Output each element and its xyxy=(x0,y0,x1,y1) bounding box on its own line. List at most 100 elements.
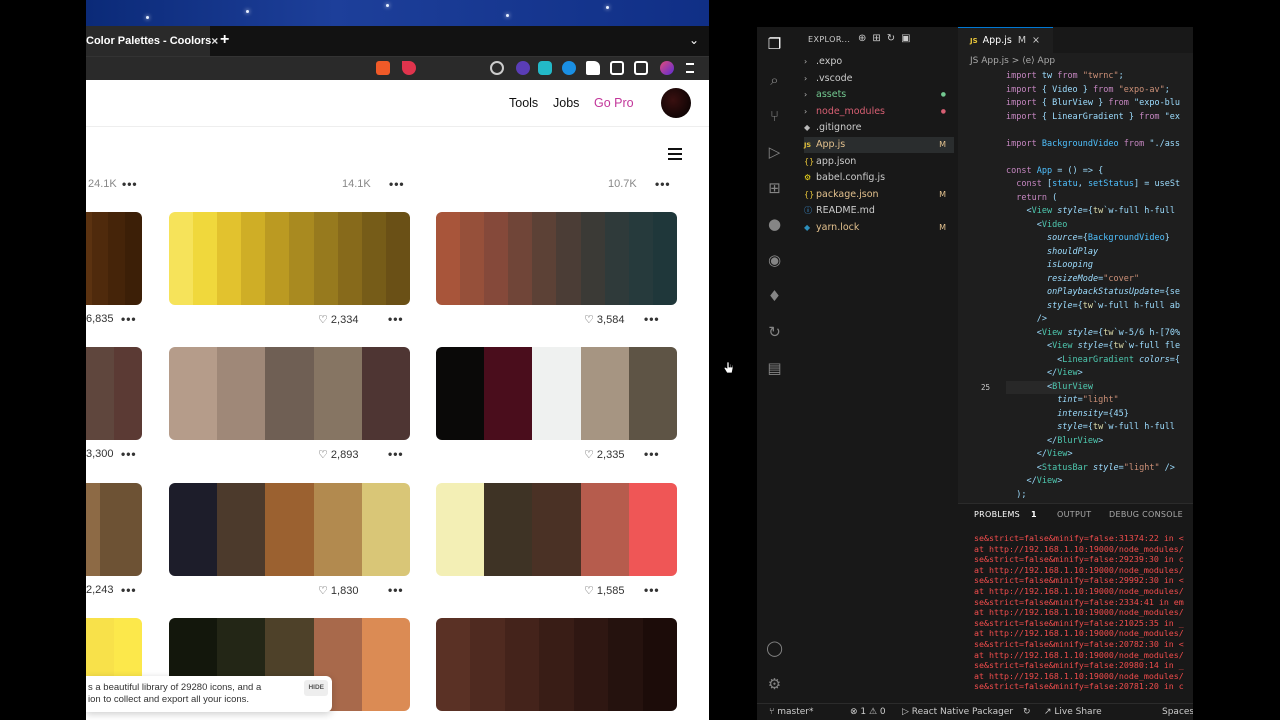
tab-close-icon[interactable]: × xyxy=(1032,35,1040,46)
palette-swatch[interactable] xyxy=(460,212,485,305)
palette-more-button[interactable]: ••• xyxy=(121,447,137,461)
palette-swatch[interactable] xyxy=(313,347,362,440)
palette-card[interactable] xyxy=(86,212,142,305)
code-line[interactable]: <BlurView xyxy=(1006,380,1094,394)
file-tree-item[interactable]: › .vscode xyxy=(804,71,954,87)
palette-likes[interactable]: ♡ 2,335 xyxy=(584,448,624,461)
palette-likes[interactable]: 6,835 xyxy=(86,313,114,325)
tab-debug-console[interactable]: DEBUG CONSOLE xyxy=(1109,510,1183,519)
palette-swatch[interactable] xyxy=(436,212,461,305)
code-line[interactable]: <LinearGradient colors={ xyxy=(1006,354,1180,368)
code-line[interactable]: isLooping xyxy=(1006,259,1093,273)
palette-swatch[interactable] xyxy=(628,347,677,440)
sync-icon[interactable]: ↻ xyxy=(1023,704,1031,720)
source-control-icon[interactable]: ⑂ xyxy=(765,107,784,126)
github-icon[interactable]: ● xyxy=(765,215,784,234)
code-line[interactable]: ); xyxy=(1006,489,1026,503)
palette-more-button[interactable]: ••• xyxy=(644,447,660,461)
palette-more-button[interactable]: ••• xyxy=(644,312,660,326)
explorer-files-icon[interactable]: ❐ xyxy=(765,35,784,54)
palette-likes[interactable]: ♡ 2,334 xyxy=(318,313,358,326)
palette-likes[interactable]: ♡ 1,585 xyxy=(584,584,624,597)
code-line[interactable]: const App = () => { xyxy=(1006,165,1103,179)
palette-swatch[interactable] xyxy=(539,618,574,711)
palette-card[interactable] xyxy=(436,347,677,440)
extension-blue-icon[interactable] xyxy=(562,61,576,75)
json-tool-icon[interactable]: ◉ xyxy=(765,251,784,270)
breadcrumb[interactable]: JS App.js > ⟨e⟩ App xyxy=(970,56,1055,66)
palette-swatch[interactable] xyxy=(436,347,485,440)
palette-more-button[interactable]: ••• xyxy=(121,583,137,597)
code-line[interactable]: </View> xyxy=(1006,475,1062,489)
brave-shield-icon[interactable] xyxy=(376,61,390,75)
palette-swatch[interactable] xyxy=(436,483,485,576)
packager-status[interactable]: ▷ React Native Packager xyxy=(902,704,1013,720)
palette-swatch[interactable] xyxy=(385,212,410,305)
code-line[interactable]: style={tw`w-full h-full xyxy=(1006,421,1175,435)
code-line[interactable]: <View style={tw`w-5/6 h-[70% xyxy=(1006,327,1180,341)
palette-swatch[interactable] xyxy=(108,212,126,305)
code-line[interactable]: import { Video } from "expo-av"; xyxy=(1006,84,1170,98)
file-tree-item[interactable]: {} app.json xyxy=(804,154,954,170)
palette-swatch[interactable] xyxy=(169,483,218,576)
palette-swatch[interactable] xyxy=(265,347,314,440)
extensions-puzzle-icon[interactable] xyxy=(586,61,600,75)
editor-tab-app-js[interactable]: JS App.js M × xyxy=(958,27,1053,53)
palette-more-button[interactable]: ••• xyxy=(121,312,137,326)
code-line[interactable]: import { LinearGradient } from "ex xyxy=(1006,111,1180,125)
new-tab-button[interactable]: + xyxy=(220,31,229,49)
palette-swatch[interactable] xyxy=(652,212,677,305)
palette-swatch[interactable] xyxy=(508,212,533,305)
indent-spaces-status[interactable]: Spaces xyxy=(1162,704,1193,720)
hamburger-menu-icon[interactable] xyxy=(668,148,682,160)
code-line[interactable]: onPlaybackStatusUpdate={se xyxy=(1006,286,1180,300)
palette-swatch[interactable] xyxy=(337,212,362,305)
browser-menu-icon[interactable] xyxy=(686,63,694,73)
palette-swatch[interactable] xyxy=(313,483,362,576)
palette-swatch[interactable] xyxy=(361,212,386,305)
git-branch-status[interactable]: ⑂ master* xyxy=(769,704,814,720)
palette-swatch[interactable] xyxy=(573,618,609,711)
palette-card[interactable] xyxy=(436,618,677,711)
code-line[interactable]: const [statu, setStatus] = useSt xyxy=(1006,178,1180,192)
palette-swatch[interactable] xyxy=(484,347,533,440)
palette-swatch[interactable] xyxy=(169,212,194,305)
nav-jobs-link[interactable]: Jobs xyxy=(553,96,579,110)
palette-swatch[interactable] xyxy=(91,212,109,305)
palette-swatch[interactable] xyxy=(241,212,266,305)
profile-avatar-icon[interactable] xyxy=(660,61,674,75)
palette-swatch[interactable] xyxy=(504,618,540,711)
code-line[interactable]: return ( xyxy=(1006,192,1057,206)
palette-likes[interactable]: ♡ 1,830 xyxy=(318,584,358,597)
code-line[interactable]: tint="light" xyxy=(1006,394,1118,408)
code-line[interactable]: resizeMode="cover" xyxy=(1006,273,1139,287)
nav-go-pro-link[interactable]: Go Pro xyxy=(594,96,634,110)
file-tree-item[interactable]: JS App.js M xyxy=(804,137,954,153)
palette-swatch[interactable] xyxy=(125,212,142,305)
code-line[interactable]: source={BackgroundVideo} xyxy=(1006,232,1170,246)
extension-target-icon[interactable] xyxy=(490,61,504,75)
search-icon[interactable]: ⌕ xyxy=(765,71,784,90)
palette-swatch[interactable] xyxy=(193,212,218,305)
code-line[interactable]: import tw from "twrnc"; xyxy=(1006,70,1124,84)
user-avatar[interactable] xyxy=(661,88,691,118)
palette-more-button[interactable]: ••• xyxy=(655,177,671,191)
palette-more-button[interactable]: ••• xyxy=(644,583,660,597)
run-debug-icon[interactable]: ▷ xyxy=(765,143,784,162)
file-tree-item[interactable]: ◆ yarn.lock M xyxy=(804,220,954,236)
mongodb-leaf-icon[interactable]: ♦ xyxy=(765,287,784,306)
extension-badge-icon[interactable] xyxy=(516,61,530,75)
palette-swatch[interactable] xyxy=(265,212,290,305)
code-line[interactable]: </BlurView> xyxy=(1006,435,1103,449)
palette-likes[interactable]: 2,243 xyxy=(86,584,114,596)
notebook-icon[interactable]: ▤ xyxy=(765,359,784,378)
palette-card[interactable] xyxy=(169,212,410,305)
tab-output[interactable]: OUTPUT xyxy=(1057,510,1091,519)
palette-swatch[interactable] xyxy=(100,483,142,576)
tab-menu-chevron-icon[interactable]: ⌄ xyxy=(689,33,699,47)
extensions-icon[interactable]: ⊞ xyxy=(765,179,784,198)
palette-swatch[interactable] xyxy=(532,347,581,440)
palette-swatch[interactable] xyxy=(608,618,643,711)
tab-coolors[interactable]: Color Palettes - Coolors × xyxy=(86,26,218,56)
wallet-icon[interactable] xyxy=(634,61,648,75)
